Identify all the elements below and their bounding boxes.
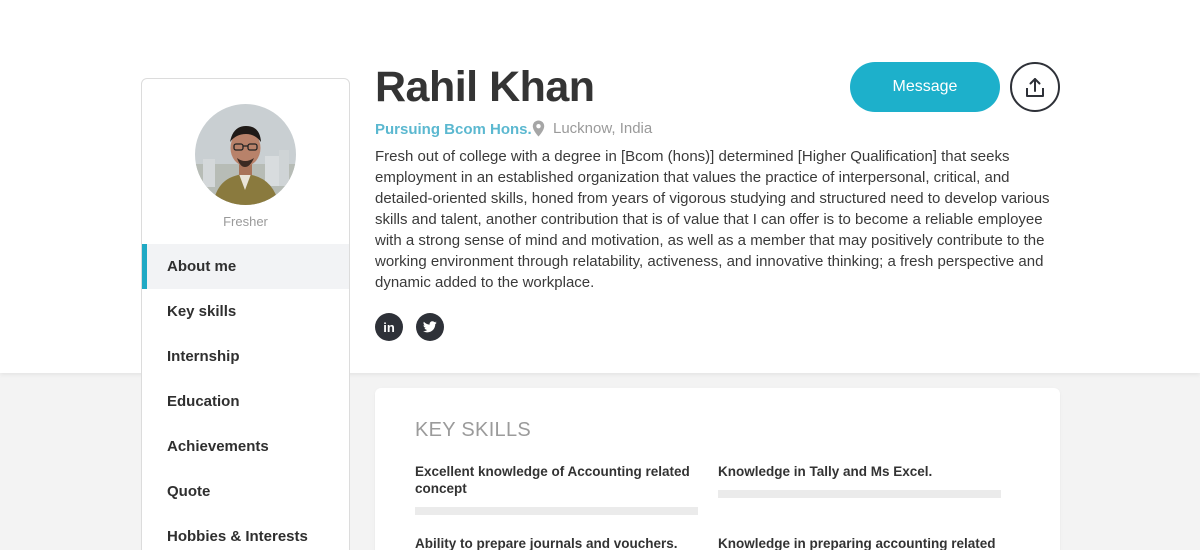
message-button[interactable]: Message: [850, 62, 1000, 112]
skill-bar: [415, 507, 698, 515]
skill-item: Ability to prepare journals and vouchers…: [415, 535, 698, 550]
skill-item: Knowledge in preparing accounting relate…: [718, 535, 1001, 550]
sidebar-item-education[interactable]: Education: [142, 379, 349, 424]
sidebar-item-hobbies[interactable]: Hobbies & Interests: [142, 514, 349, 550]
profile-name: Rahil Khan: [375, 63, 595, 111]
location-text: Lucknow, India: [553, 120, 653, 137]
skill-label: Knowledge in preparing accounting relate…: [718, 536, 996, 550]
key-skills-title: KEY SKILLS: [415, 419, 532, 441]
key-skills-card: KEY SKILLS Excellent knowledge of Accoun…: [375, 388, 1060, 550]
skill-label: Knowledge in Tally and Ms Excel.: [718, 464, 933, 479]
profile-education: Pursuing Bcom Hons.: [375, 121, 532, 138]
profile-role: Fresher: [223, 214, 268, 229]
twitter-icon: [423, 321, 437, 333]
skill-bar: [718, 490, 1001, 498]
linkedin-icon: in: [383, 319, 395, 335]
linkedin-link[interactable]: in: [375, 313, 403, 341]
location-pin-icon: [532, 120, 545, 137]
skill-item: Excellent knowledge of Accounting relate…: [415, 463, 698, 515]
skill-item: Knowledge in Tally and Ms Excel.: [718, 463, 1001, 498]
share-button[interactable]: [1010, 62, 1060, 112]
profile-sidebar: Fresher About me Key skills Internship E…: [141, 78, 350, 550]
share-icon: [1026, 77, 1044, 97]
skill-label: Ability to prepare journals and vouchers…: [415, 536, 678, 550]
sidebar-item-achievements[interactable]: Achievements: [142, 424, 349, 469]
sidebar-item-internship[interactable]: Internship: [142, 334, 349, 379]
skill-label: Excellent knowledge of Accounting relate…: [415, 464, 690, 496]
sidebar-item-quote[interactable]: Quote: [142, 469, 349, 514]
sidebar-item-about-me[interactable]: About me: [142, 244, 349, 289]
about-text: Fresh out of college with a degree in [B…: [375, 148, 1050, 291]
sidebar-nav: About me Key skills Internship Education…: [142, 244, 349, 550]
sidebar-item-key-skills[interactable]: Key skills: [142, 289, 349, 334]
twitter-link[interactable]: [416, 313, 444, 341]
profile-location: Lucknow, India: [532, 120, 652, 137]
avatar: [195, 104, 296, 205]
